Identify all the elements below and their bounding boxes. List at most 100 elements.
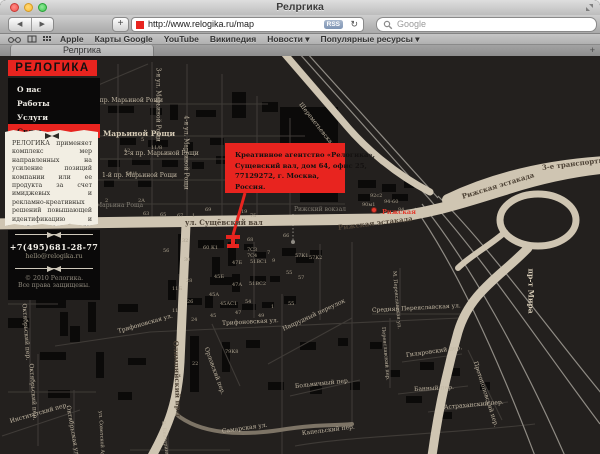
map-house-number: 50/4 xyxy=(126,171,137,177)
reload-icon[interactable]: ↻ xyxy=(350,18,358,31)
map-house-number: 47А xyxy=(232,282,242,288)
address-callout: Креативное агентство «Релогика»,Сущевски… xyxy=(225,143,345,193)
sidebar-menu-item[interactable]: О нас xyxy=(8,82,100,96)
site-favicon xyxy=(136,21,144,29)
ornament-icon xyxy=(47,266,61,272)
map-house-number: 45АС1 xyxy=(220,301,237,307)
map-house-number: 11Б xyxy=(172,286,182,292)
map-house-number: 63 xyxy=(143,211,149,217)
map-house-number: 45Б xyxy=(214,274,224,280)
about-note: РЕЛОГИКА применяет комплекс мер направле… xyxy=(5,130,98,226)
rss-badge[interactable]: RSS xyxy=(324,20,343,29)
map-house-number: 49 xyxy=(258,313,264,319)
search-placeholder: Google xyxy=(397,18,426,31)
site-logo[interactable]: РЕЛОГИКА xyxy=(8,60,97,76)
url-text[interactable]: http://www.relogika.ru/map xyxy=(148,18,254,31)
bookmark-item[interactable]: YouTube xyxy=(164,34,199,45)
map-house-number: 79К8 xyxy=(225,349,238,355)
map-house-number: 1 xyxy=(192,213,195,219)
window-titlebar: Релргика xyxy=(0,0,600,16)
map-house-number: 60 К1 xyxy=(203,245,218,251)
map-house-number: 45 xyxy=(210,313,216,319)
metro-station-icon xyxy=(371,207,377,213)
map-house-number: 75 xyxy=(250,213,256,219)
sidebar-menu: О насРаботыУслугиСвязь xyxy=(8,78,100,131)
map-house-number: 22 xyxy=(192,361,198,367)
map-house-number: 47Б xyxy=(232,260,242,266)
map-house-number: 19 xyxy=(241,209,247,215)
bookmark-items: Apple Карты Google YouTube Википедия Новости… xyxy=(60,34,431,45)
map-street-label: 1-й пр. Марьиной Рощи xyxy=(102,172,177,179)
bookmarks-book-icon[interactable] xyxy=(27,35,37,43)
map-street-label: 3-я ул. Марьиной Рощи xyxy=(155,68,162,142)
resize-icon[interactable] xyxy=(585,3,594,12)
back-button[interactable]: ◀ xyxy=(9,18,32,31)
map-house-number: 65 xyxy=(160,212,166,218)
new-tab-button[interactable]: + xyxy=(590,45,595,56)
map-street-label: ул. Сущёвский вал xyxy=(185,218,263,227)
bookmark-item[interactable]: Карты Google xyxy=(95,34,153,45)
map-house-number: 11/8 xyxy=(151,145,162,151)
reader-glasses-icon[interactable] xyxy=(8,36,21,43)
callout-line: Россия. xyxy=(235,182,339,193)
map-house-number: 2 xyxy=(105,198,108,204)
map-house-number: 67 xyxy=(177,213,183,219)
address-bar[interactable]: http://www.relogika.ru/map RSS ↻ xyxy=(131,17,364,32)
bookmarks-bar: Apple Карты Google YouTube Википедия Новости… xyxy=(0,34,600,45)
map-house-number: 1 xyxy=(271,304,274,310)
map-canvas[interactable]: 4-й пр. Марьиной РощиМарьиной Рощи2-я пр… xyxy=(0,56,600,454)
nav-buttons: ◀ ▶ xyxy=(8,17,54,32)
map-street-label: Марьина Роща xyxy=(96,202,143,209)
map-house-number: 57К2 xyxy=(309,255,322,261)
map-house-number: 51ВС1 xyxy=(250,259,267,265)
map-house-number: 84 xyxy=(398,207,404,213)
map-house-number: 11 xyxy=(172,308,178,314)
forward-button[interactable]: ▶ xyxy=(32,18,54,31)
location-marker xyxy=(226,235,240,248)
map-house-number: 92с2 xyxy=(370,193,382,199)
map-street-label: пр-т Мира xyxy=(527,269,536,314)
map-house-number: 55 xyxy=(286,270,292,276)
bookmark-item[interactable]: Википедия xyxy=(210,34,256,45)
map-house-number: 57 xyxy=(298,275,304,281)
callout-line: Сущевский вал, дом 64, офис 25, xyxy=(235,161,339,172)
map-house-number: 69 xyxy=(205,207,211,213)
map-house-number: 47 xyxy=(235,310,241,316)
map-house-number: 68 xyxy=(247,237,253,243)
phone-number: +7(495)681-28-77 xyxy=(8,242,100,252)
map-house-number: 94-60 xyxy=(384,199,398,205)
email-link[interactable]: hello@relogika.ru xyxy=(8,253,100,260)
search-input[interactable]: Google xyxy=(376,17,597,32)
bookmark-item[interactable]: Новости ▾ xyxy=(267,34,309,45)
map-house-number: 28 xyxy=(186,278,192,284)
callout-line: 77129272, г. Москва, xyxy=(235,171,339,182)
map-house-number: 55 xyxy=(288,301,294,307)
map-house-number: 24 xyxy=(191,317,197,323)
map-house-number: 2А xyxy=(138,198,145,204)
map-street-label: Рижский вокзал xyxy=(294,206,346,213)
bookmark-item[interactable]: Популярные ресурсы ▾ xyxy=(320,34,419,45)
search-icon xyxy=(383,20,393,30)
copyright-text: © 2010 Релогика. xyxy=(8,275,100,282)
map-house-number: 7 xyxy=(267,250,270,256)
map-house-number: 30 xyxy=(184,257,190,263)
top-sites-grid-icon[interactable] xyxy=(43,35,52,43)
map-house-number: 54 xyxy=(245,299,251,305)
ornament-icon xyxy=(47,232,61,238)
map-house-number: 26 xyxy=(187,299,193,305)
map-house-number: 5 xyxy=(141,137,144,143)
window-title: Релргика xyxy=(0,0,600,15)
map-house-number: 32 xyxy=(182,238,188,244)
contact-box: +7(495)681-28-77 hello@relogika.ru © 201… xyxy=(8,230,100,300)
map-house-number: 66 xyxy=(283,233,289,239)
bookmark-item[interactable]: Apple xyxy=(60,34,84,45)
sidebar-menu-item[interactable]: Услуги xyxy=(8,110,100,124)
browser-toolbar: ◀ ▶ + http://www.relogika.ru/map RSS ↻ G… xyxy=(0,15,600,34)
map-street-label: 4-я ул. Марьиной Рощи xyxy=(183,116,190,190)
tab-relogika[interactable]: Релргика xyxy=(10,45,154,56)
map-house-number: 45А xyxy=(209,292,219,298)
rights-text: Все права защищены. xyxy=(8,282,100,289)
sidebar-menu-item[interactable]: Работы xyxy=(8,96,100,110)
browser-window: Релргика ◀ ▶ + http://www.relogika.ru/ma… xyxy=(0,0,600,454)
add-bookmark-button[interactable]: + xyxy=(112,17,129,32)
